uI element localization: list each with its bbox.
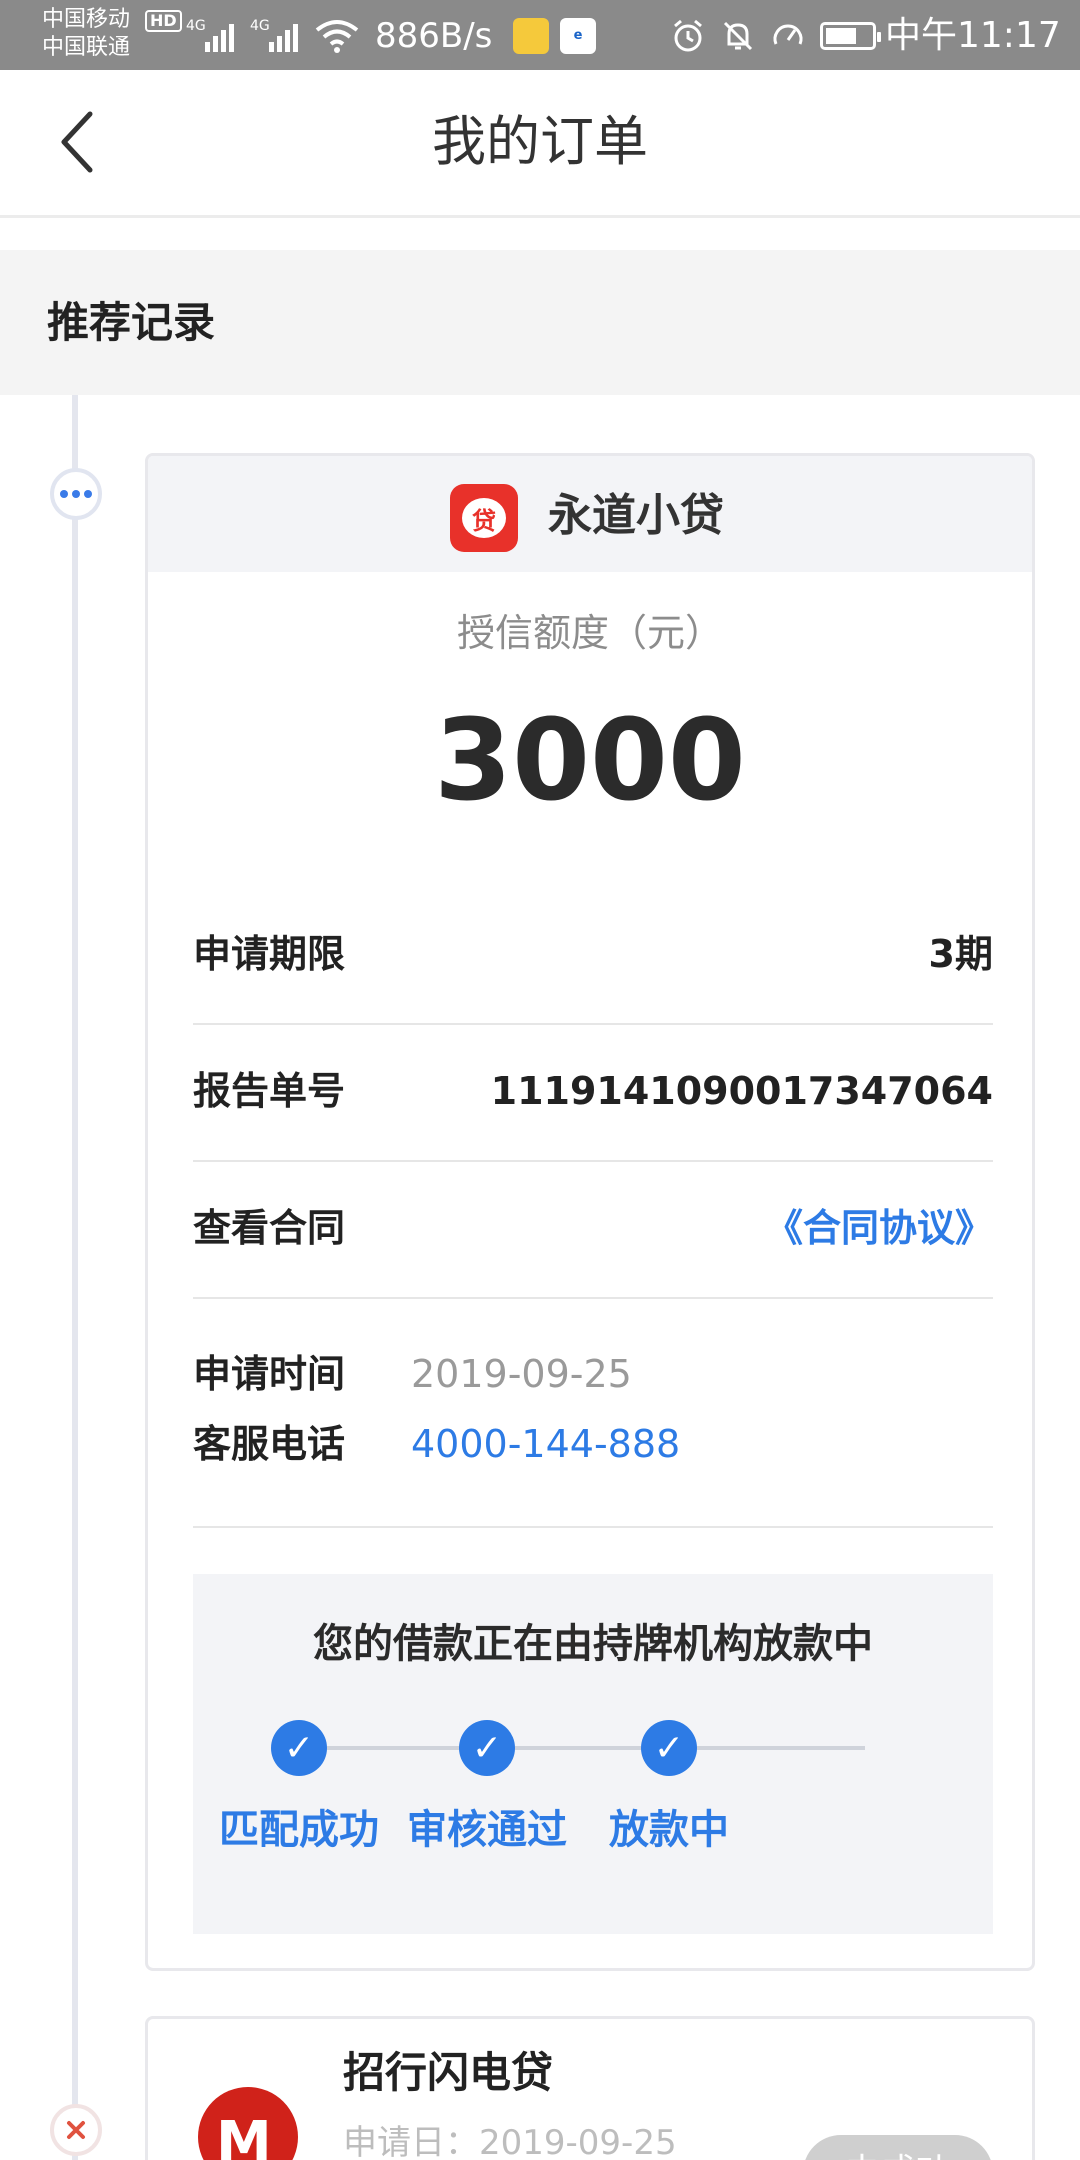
divider: [193, 1297, 993, 1299]
lender-name: 招行闪电贷: [343, 2048, 554, 2097]
contract-label: 查看合同: [193, 1206, 346, 1250]
step-check-icon: ✓: [641, 1720, 697, 1776]
report-label: 报告单号: [193, 1069, 346, 1113]
carrier-2: 中国联通: [42, 35, 131, 60]
speedometer-icon: [773, 24, 803, 45]
section-header: 推荐记录: [0, 250, 1080, 395]
battery-icon: [820, 22, 881, 50]
contract-link[interactable]: 《合同协议》: [765, 1198, 993, 1258]
card-header: 贷 永道小贷: [148, 456, 1032, 572]
status-icons: [670, 14, 881, 58]
apply-date: 申请日：2019-09-25: [343, 2123, 677, 2160]
report-row: 报告单号 1119141090017347064: [193, 1061, 993, 1121]
lender-name: 永道小贷: [548, 490, 724, 541]
status-bar: 中国移动 中国联通 HD 4G 4G 886B/s e 中午11:17: [0, 0, 1080, 70]
divider: [193, 1526, 993, 1528]
more-icon: [50, 468, 102, 520]
signal-icon: [205, 18, 234, 52]
alarm-icon: [674, 19, 702, 52]
hd-badge: HD: [145, 10, 182, 32]
clock: 中午11:17: [885, 15, 1061, 56]
service-phone-label: 客服电话: [193, 1422, 346, 1466]
fail-icon: [50, 2104, 102, 2156]
network-type-2: 4G: [250, 18, 270, 34]
order-card[interactable]: M 招行闪电贷 申请日：2019-09-25 未成功: [145, 2016, 1035, 2160]
step-check-icon: ✓: [459, 1720, 515, 1776]
loan-progress: 您的借款正在由持牌机构放款中 ✓ ✓ ✓ 匹配成功 审核通过 放款中: [193, 1574, 993, 1934]
network-speed: 886B/s: [375, 16, 493, 56]
step-check-icon: ✓: [271, 1720, 327, 1776]
term-value: 3期: [928, 932, 993, 976]
lender-logo: 贷: [450, 484, 518, 552]
order-card[interactable]: 贷 永道小贷 授信额度（元） 3000 申请期限 3期 报告单号 1119141…: [145, 453, 1035, 1971]
term-label: 申请期限: [193, 932, 346, 976]
step-label: 放款中: [609, 1807, 729, 1853]
apply-time-label: 申请时间: [193, 1352, 346, 1396]
signal-icon: [269, 18, 298, 52]
mute-icon: [723, 21, 753, 51]
carrier-info: 中国移动 中国联通: [42, 6, 130, 62]
credit-label: 授信额度（元）: [456, 611, 723, 655]
contract-row: 查看合同 《合同协议》: [193, 1198, 993, 1258]
term-row: 申请期限 3期: [193, 924, 993, 984]
service-phone-link[interactable]: 4000-144-888: [411, 1416, 680, 1472]
status-badge: 未成功: [803, 2135, 993, 2160]
divider: [193, 1023, 993, 1025]
step-label: 审核通过: [407, 1807, 567, 1853]
app-notification-icon: [513, 18, 549, 54]
credit-amount: 3000: [434, 696, 746, 826]
bank-logo: M: [198, 2087, 298, 2160]
apply-time-value: 2019-09-25: [411, 1352, 632, 1396]
timeline-line: [72, 395, 78, 2160]
app-header: 我的订单: [0, 70, 1080, 218]
service-phone-row: 客服电话 4000-144-888: [193, 1416, 993, 1472]
lender-logo-glyph: 贷: [462, 498, 506, 538]
progress-title: 您的借款正在由持牌机构放款中: [313, 1621, 873, 1667]
step-label: 匹配成功: [219, 1807, 379, 1853]
wifi-icon: [315, 18, 359, 58]
section-title: 推荐记录: [47, 298, 216, 347]
network-type-1: 4G: [186, 18, 206, 34]
divider: [193, 1160, 993, 1162]
page-title: 我的订单: [432, 110, 648, 173]
app-notification-icon: e: [560, 18, 596, 54]
report-number: 1119141090017347064: [490, 1069, 993, 1113]
apply-time-row: 申请时间 2019-09-25: [193, 1346, 993, 1402]
carrier-1: 中国移动: [42, 7, 131, 32]
